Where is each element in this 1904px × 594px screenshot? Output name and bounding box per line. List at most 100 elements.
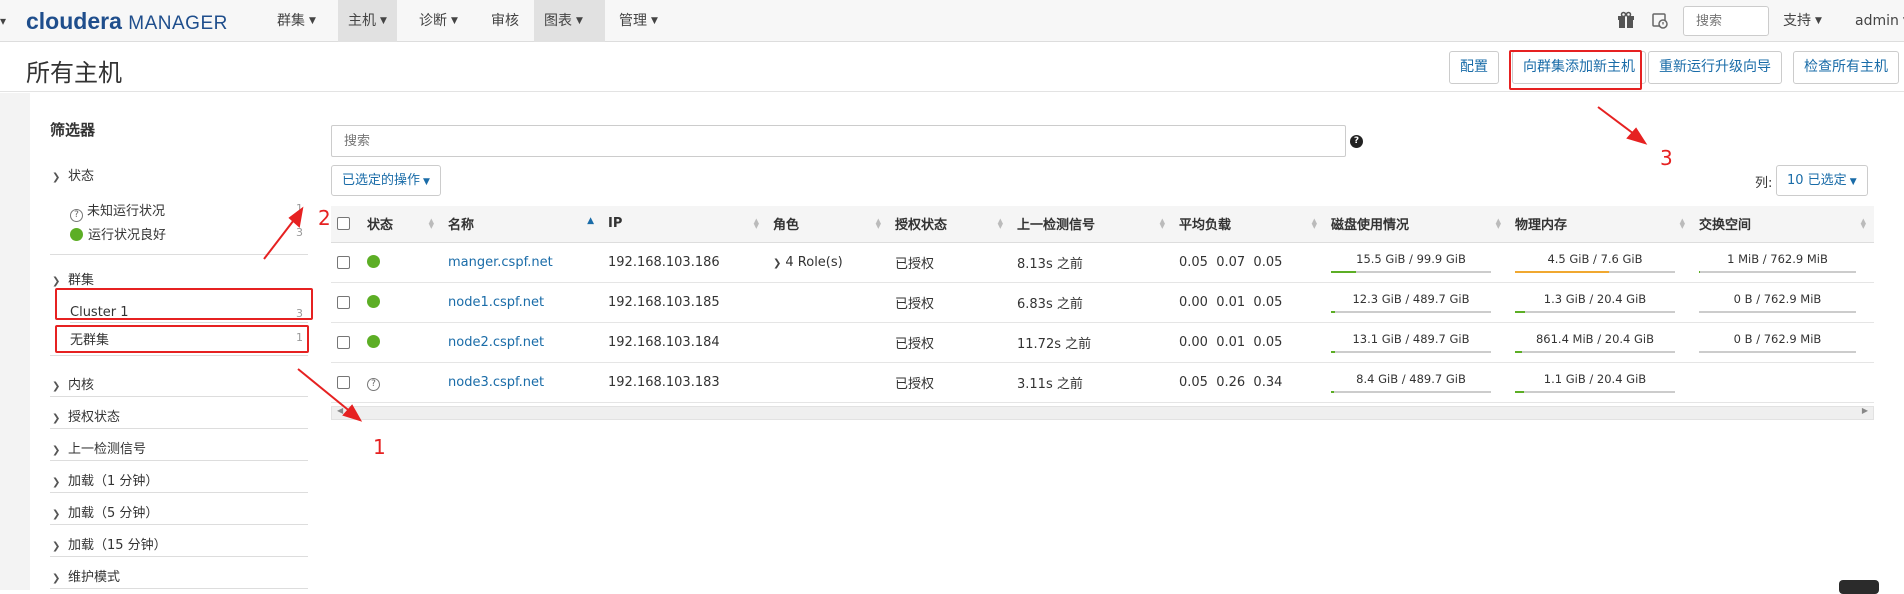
- column-header-status[interactable]: 状态▲▼: [361, 206, 442, 242]
- column-header-swap[interactable]: 交换空间▲▼: [1693, 206, 1874, 242]
- filter-section-maintenance[interactable]: ❯维护模式: [52, 566, 120, 585]
- divider: [70, 322, 308, 323]
- columns-selector-dropdown[interactable]: 10 已选定▼: [1776, 165, 1868, 196]
- nav-clusters-menu[interactable]: 群集▼: [267, 0, 326, 42]
- filter-section-load-5min[interactable]: ❯加载（5 分钟）: [52, 502, 158, 521]
- column-header-memory[interactable]: 物理内存▲▼: [1509, 206, 1693, 242]
- status-cell: [361, 282, 442, 322]
- name-cell: node3.cspf.net: [442, 362, 602, 402]
- inspect-all-hosts-button[interactable]: 检查所有主机: [1793, 51, 1899, 84]
- filter-section-auth-status[interactable]: ❯授权状态: [52, 406, 120, 425]
- chevron-right-icon: ❯: [52, 509, 62, 520]
- divider: [50, 556, 308, 557]
- nav-charts-menu[interactable]: 图表▼: [534, 0, 605, 42]
- scroll-left-icon[interactable]: ◀: [337, 406, 343, 415]
- column-header-auth[interactable]: 授权状态▲▼: [889, 206, 1011, 242]
- row-checkbox[interactable]: [337, 296, 350, 309]
- mem-usage-fill: [1515, 391, 1524, 393]
- divider: [50, 396, 308, 397]
- selected-actions-dropdown[interactable]: 已选定的操作▼: [331, 165, 441, 196]
- last-heartbeat-cell: 6.83s 之前: [1011, 282, 1173, 322]
- roles-cell: [767, 362, 889, 402]
- ip-cell: 192.168.103.184: [602, 322, 767, 362]
- host-name-link[interactable]: node2.cspf.net: [448, 335, 544, 350]
- auth-status-cell: 已授权: [889, 322, 1011, 362]
- row-checkbox[interactable]: [337, 376, 350, 389]
- table-header-row: 状态▲▼ 名称▲ IP▲▼ 角色▲▼ 授权状态▲▼ 上一检测信号▲▼ 平均负载▲…: [331, 206, 1874, 242]
- nav-admin-menu[interactable]: 管理▼: [609, 0, 668, 42]
- mem-usage-bar: 1.1 GiB / 20.4 GiB: [1515, 371, 1687, 393]
- roles-cell: [767, 322, 889, 362]
- filter-unknown-health[interactable]: ?未知运行状况: [70, 200, 165, 222]
- logo-brand: cloudera: [26, 8, 122, 34]
- ip-cell: 192.168.103.186: [602, 242, 767, 282]
- filter-section-last-heartbeat[interactable]: ❯上一检测信号: [52, 438, 146, 457]
- filter-good-health[interactable]: 运行状况良好: [70, 224, 166, 243]
- filter-section-cluster[interactable]: ❯群集: [52, 269, 94, 288]
- status-cell: [361, 322, 442, 362]
- filter-section-load-1min[interactable]: ❯加载（1 分钟）: [52, 470, 158, 489]
- edge-caret-icon: ▾: [0, 14, 6, 28]
- filter-section-load-15min[interactable]: ❯加载（15 分钟）: [52, 534, 167, 553]
- row-checkbox[interactable]: [337, 336, 350, 349]
- sort-ascending-icon: ▲: [587, 219, 594, 224]
- load-average-cell: 0.05 0.07 0.05: [1173, 242, 1325, 282]
- filter-section-status[interactable]: ❯状态: [52, 165, 94, 184]
- help-icon[interactable]: ?: [1350, 135, 1363, 148]
- good-health-icon: [367, 295, 380, 308]
- user-menu[interactable]: admin▼: [1845, 0, 1904, 42]
- annotation-box-cluster-1: [55, 288, 313, 320]
- disk-usage-track: [1331, 351, 1491, 353]
- running-commands-icon[interactable]: [1650, 11, 1670, 31]
- row-checkbox[interactable]: [337, 256, 350, 269]
- host-name-link[interactable]: manger.cspf.net: [448, 255, 553, 270]
- user-label: admin: [1855, 13, 1899, 29]
- nav-audits-link[interactable]: 审核: [481, 0, 529, 42]
- sort-icon: ▲▼: [754, 219, 759, 229]
- hosts-search-input[interactable]: [331, 125, 1346, 157]
- select-all-checkbox[interactable]: [337, 217, 350, 230]
- column-header-ip[interactable]: IP▲▼: [602, 206, 767, 242]
- auth-status-cell: 已授权: [889, 362, 1011, 402]
- cloudera-manager-logo[interactable]: cloudera MANAGER: [26, 9, 228, 36]
- chevron-right-icon: ❯: [773, 258, 781, 269]
- column-header-heartbeat[interactable]: 上一检测信号▲▼: [1011, 206, 1173, 242]
- global-search-input[interactable]: [1683, 6, 1769, 36]
- roles-toggle[interactable]: ❯4 Role(s): [773, 255, 843, 270]
- support-menu[interactable]: 支持▼: [1773, 0, 1832, 42]
- annotation-label-3: 3: [1660, 146, 1673, 170]
- filter-section-label: 加载（1 分钟）: [68, 474, 158, 489]
- swap-usage-text: 0 B / 762.9 MiB: [1699, 292, 1856, 306]
- table-row: node1.cspf.net 192.168.103.185 已授权 6.83s…: [331, 282, 1874, 322]
- feedback-badge[interactable]: [1839, 580, 1879, 594]
- mem-usage-track: [1515, 351, 1675, 353]
- chevron-right-icon: ❯: [52, 541, 62, 552]
- gift-icon[interactable]: [1616, 11, 1636, 31]
- nav-diagnostics-menu[interactable]: 诊断▼: [409, 0, 468, 42]
- column-header-label: 平均负载: [1179, 218, 1231, 233]
- host-name-link[interactable]: node1.cspf.net: [448, 295, 544, 310]
- mem-usage-text: 861.4 MiB / 20.4 GiB: [1515, 332, 1675, 346]
- column-header-name[interactable]: 名称▲: [442, 206, 602, 242]
- filter-section-kernel[interactable]: ❯内核: [52, 374, 94, 393]
- nav-hosts-label: 主机: [348, 13, 376, 29]
- physical-memory-cell: 1.3 GiB / 20.4 GiB: [1509, 282, 1693, 322]
- scroll-right-icon[interactable]: ▶: [1862, 406, 1868, 415]
- disk-usage-cell: 15.5 GiB / 99.9 GiB: [1325, 242, 1509, 282]
- nav-hosts-menu[interactable]: 主机▼: [338, 0, 397, 42]
- auth-status-cell: 已授权: [889, 242, 1011, 282]
- column-header-roles[interactable]: 角色▲▼: [767, 206, 889, 242]
- configure-button[interactable]: 配置: [1449, 51, 1499, 84]
- host-name-link[interactable]: node3.cspf.net: [448, 375, 544, 390]
- load-average-cell: 0.05 0.26 0.34: [1173, 362, 1325, 402]
- filter-section-label: 群集: [68, 273, 94, 288]
- disk-usage-text: 13.1 GiB / 489.7 GiB: [1331, 332, 1491, 346]
- disk-usage-bar: 8.4 GiB / 489.7 GiB: [1331, 371, 1503, 393]
- column-header-load[interactable]: 平均负载▲▼: [1173, 206, 1325, 242]
- rerun-upgrade-wizard-button[interactable]: 重新运行升级向导: [1648, 51, 1782, 84]
- disk-usage-track: [1331, 391, 1491, 393]
- disk-usage-fill: [1331, 351, 1335, 353]
- horizontal-scrollbar[interactable]: ◀ ▶: [331, 406, 1874, 420]
- divider: [50, 254, 308, 255]
- column-header-disk[interactable]: 磁盘使用情况▲▼: [1325, 206, 1509, 242]
